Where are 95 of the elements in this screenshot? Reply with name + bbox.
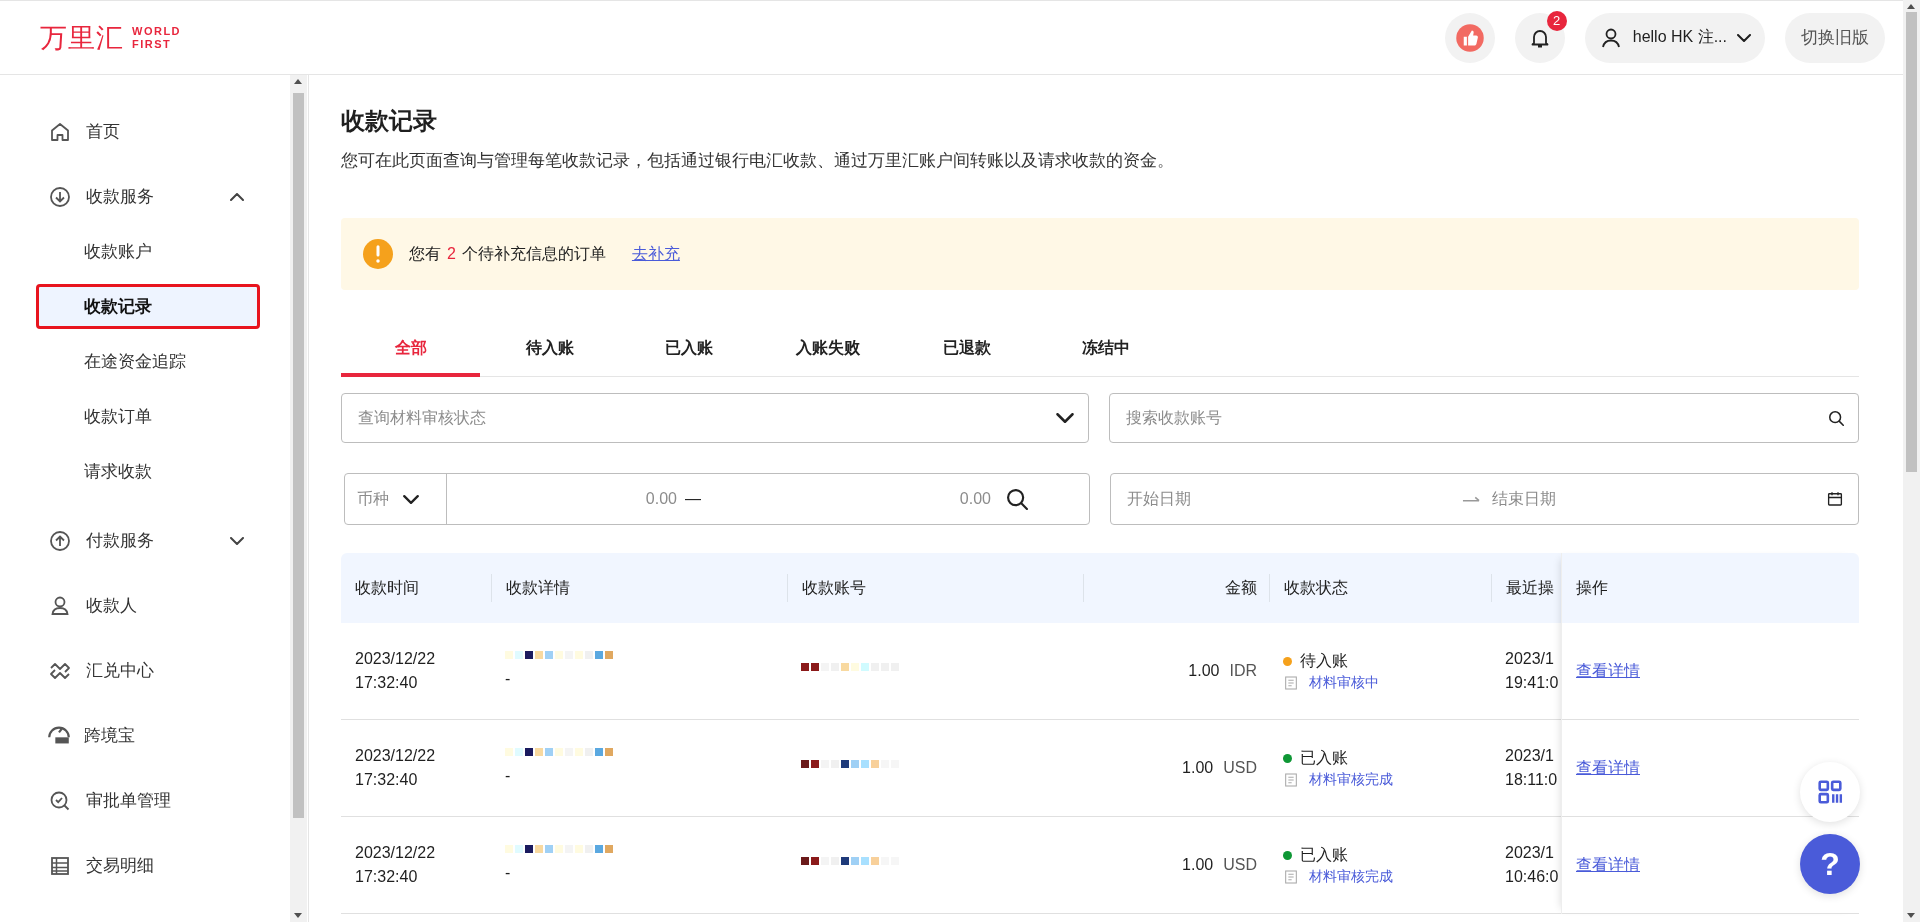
recent-date: 2023/1: [1505, 649, 1555, 669]
nav-item[interactable]: 审批单管理: [0, 768, 290, 833]
nav-item[interactable]: 收款人: [0, 573, 290, 638]
nav-item[interactable]: 收款服务: [0, 164, 290, 229]
status-label: 待入账: [1300, 650, 1348, 671]
arrow-right-icon: [1461, 496, 1480, 502]
recent-date: 2023/1: [1505, 843, 1555, 863]
details-text: -: [505, 766, 512, 786]
switch-version-button[interactable]: 切换旧版: [1785, 12, 1885, 63]
exclamation-icon: [363, 239, 393, 269]
view-details-link[interactable]: 查看详情: [1576, 757, 1640, 779]
page-title: 收款记录: [341, 106, 438, 136]
nav-subitem[interactable]: 收款账户: [36, 229, 260, 274]
receipt-time: 17:32:40: [355, 673, 419, 693]
view-details-link[interactable]: 查看详情: [1576, 660, 1640, 682]
recent-date: 2023/1: [1505, 746, 1555, 766]
document-icon: [1283, 868, 1299, 885]
search-icon: [1007, 488, 1028, 510]
notification-badge: 2: [1546, 10, 1567, 31]
details-text: -: [505, 863, 512, 883]
details-text: -: [505, 669, 512, 689]
status-label: 已入账: [1300, 747, 1348, 768]
scrollbar[interactable]: [1903, 0, 1920, 922]
grid-icon: [1817, 779, 1843, 805]
chevron-down-icon[interactable]: [230, 536, 244, 545]
nav-item[interactable]: 付款服务: [0, 508, 290, 573]
gauge-icon: [48, 726, 70, 745]
nav-subitem[interactable]: 收款订单: [36, 394, 260, 439]
status-tab[interactable]: 已入账: [619, 336, 758, 377]
nav-item[interactable]: 首页: [0, 99, 290, 164]
min-amount-field[interactable]: 0.00: [555, 474, 679, 524]
start-date-input[interactable]: 开始日期: [1125, 489, 1462, 509]
range-separator: —: [685, 490, 701, 508]
recent-time: 10:46:0: [1505, 867, 1560, 887]
review-status-link[interactable]: 材料审核完成: [1309, 770, 1393, 789]
nav-subitem[interactable]: 请求收款: [36, 449, 260, 494]
date-range-picker[interactable]: 开始日期 结束日期: [1110, 473, 1859, 525]
status-tab[interactable]: 入账失败: [758, 336, 897, 377]
calendar-icon: [1826, 490, 1844, 508]
recent-time: 18:11:0: [1505, 770, 1559, 790]
review-status-select[interactable]: 查询材料审核状态: [341, 393, 1089, 443]
column-header: 金额: [1083, 574, 1269, 602]
chevron-down-icon: [1056, 413, 1074, 423]
nav-item[interactable]: 交易明细: [0, 833, 290, 898]
currency-code: USD: [1223, 856, 1257, 874]
account-search-box[interactable]: 搜索收款账号: [1109, 393, 1859, 443]
scrollbar[interactable]: [290, 75, 307, 922]
chevron-down-icon: [1737, 33, 1751, 42]
search-icon: [1829, 410, 1844, 426]
alert-message: 您有 2 个待补充信息的订单: [409, 243, 606, 264]
chevron-up-icon[interactable]: [230, 192, 244, 201]
view-details-link[interactable]: 查看详情: [1576, 854, 1640, 876]
receipt-date: 2023/12/22: [355, 649, 437, 669]
max-amount-field[interactable]: 0.00: [869, 474, 993, 524]
receipt-time: 17:32:40: [355, 770, 419, 790]
download-circle-icon: [48, 184, 72, 209]
column-header: 收款状态: [1269, 574, 1491, 602]
supplement-link[interactable]: 去补充: [631, 243, 680, 265]
status-tab[interactable]: 已退款: [897, 336, 1036, 377]
notification-button[interactable]: 2: [1514, 12, 1565, 63]
page-description: 您可在此页面查询与管理每笔收款记录，包括通过银行电汇收款、通过万里汇账户间转账以及请求收款的资金。: [341, 150, 1175, 172]
review-status-link[interactable]: 材料审核中: [1309, 673, 1379, 692]
review-status-input[interactable]: 查询材料审核状态: [356, 408, 1056, 428]
currency-code: IDR: [1229, 662, 1257, 680]
status-label: 已入账: [1300, 844, 1348, 865]
amount-value: 1.00: [1182, 856, 1214, 874]
amount-value: 1.00: [1188, 662, 1220, 680]
column-header: 收款时间: [354, 578, 420, 598]
nav-item[interactable]: 汇兑中心: [0, 638, 290, 703]
nav-subitem[interactable]: 收款记录: [36, 284, 260, 329]
upload-circle-icon: [48, 528, 72, 553]
account-search-input[interactable]: 搜索收款账号: [1124, 408, 1829, 428]
currency-code: USD: [1223, 759, 1257, 777]
column-header: 收款账号: [787, 574, 1083, 602]
user-menu[interactable]: hello HK 注...: [1584, 12, 1765, 63]
currency-select[interactable]: 币种: [345, 474, 447, 524]
column-header: 收款详情: [491, 574, 787, 602]
document-icon: [1283, 771, 1299, 788]
column-header: 最近操: [1506, 579, 1554, 596]
amount-value: 1.00: [1182, 759, 1214, 777]
nav-subitem[interactable]: 在途资金追踪: [36, 339, 260, 384]
end-date-input[interactable]: 结束日期: [1489, 489, 1826, 509]
document-icon: [1283, 674, 1299, 691]
receipt-time: 17:32:40: [355, 867, 419, 887]
status-tab[interactable]: 待入账: [480, 336, 619, 377]
receipt-date: 2023/12/22: [355, 746, 437, 766]
status-tab[interactable]: 全部: [341, 336, 480, 377]
thumbs-up-icon: [1454, 22, 1485, 53]
recent-time: 19:41:0: [1505, 673, 1560, 693]
status-tab[interactable]: 冻结中: [1036, 336, 1175, 377]
chevron-down-icon: [403, 494, 419, 504]
review-status-link[interactable]: 材料审核完成: [1309, 867, 1393, 886]
column-header: 操作: [1576, 577, 1608, 598]
receipt-date: 2023/12/22: [355, 843, 437, 863]
nav-item[interactable]: 跨境宝: [0, 703, 290, 768]
